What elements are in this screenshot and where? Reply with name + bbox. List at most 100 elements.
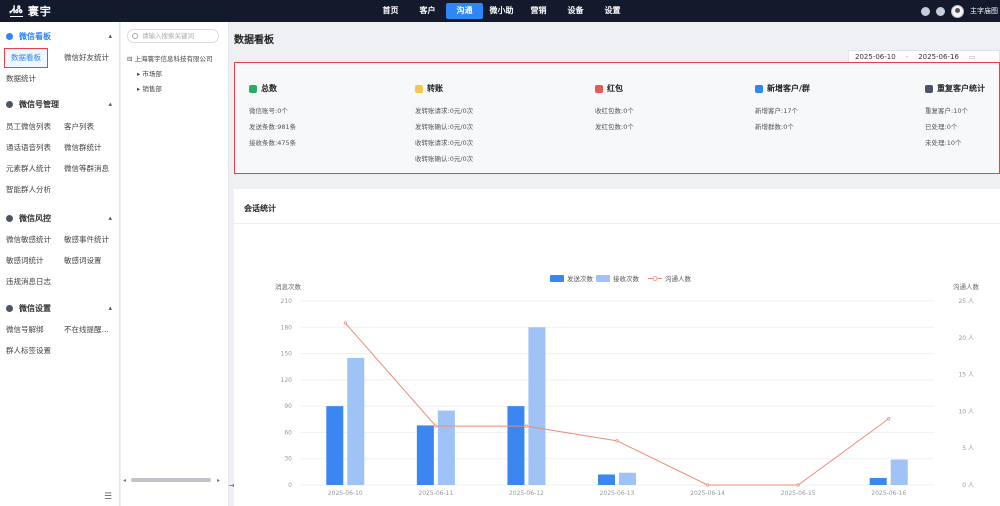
chevron-up-icon: ▴ [108,32,112,40]
stat-value: 新增群数:0个 [755,123,794,131]
y2-tick-label: 0 人 [962,482,974,489]
sidebar-item[interactable]: 客户列表 [64,121,94,133]
chevron-up-icon: ▴ [108,214,112,222]
nav-item[interactable]: 设置 [594,3,631,19]
search-icon[interactable] [921,6,930,16]
app-logo[interactable]: ᏗᏜ 寰宇 [10,4,52,18]
bar [507,406,525,485]
bar [619,472,636,485]
top-right-tools: 主字庙图 [921,3,1000,19]
stat-icon [249,84,257,93]
stat-title: 红包 [607,84,623,93]
stat-icon [755,84,763,93]
x-tick-label: 2025-06-12 [509,490,544,497]
nav-item[interactable]: 客户 [409,3,446,19]
scroll-left-icon[interactable]: ◂ [123,477,126,484]
sidebar-item[interactable]: 敏感词统计 [6,255,44,267]
group-icon [6,304,13,312]
y2-tick-label: 15 人 [958,372,974,379]
y-tick-label: 30 [284,456,292,463]
sidebar-item[interactable]: 微信敏感统计 [6,234,51,246]
sidebar-group-title[interactable]: 微信号管理 ▴ [6,98,114,110]
tree-search-input[interactable]: 请输入搜索关键词 [127,29,219,43]
sidebar-item[interactable]: 通话语音列表 [6,142,51,154]
sidebar-item[interactable]: 微信好友统计 [64,52,109,64]
stat-value: 发转账确认:0元/0次 [415,123,474,131]
sidebar-group-label: 微信风控 [19,213,51,223]
username[interactable]: 主字庙图 [970,6,998,16]
sidebar-item[interactable]: 敏感词设置 [64,255,102,267]
stat-heading: 新增客户/群 [755,83,810,94]
sidebar-group-title[interactable]: 微信设置 ▴ [6,302,114,314]
tree-search-placeholder: 请输入搜索关键词 [142,32,194,40]
tree-collapse-icon: ⊟ [127,55,135,63]
tree-node-child[interactable]: ▸ 销售部 [137,83,162,93]
sidebar-group-title[interactable]: 微信风控 ▴ [6,212,114,224]
x-tick-label: 2025-06-13 [600,490,635,497]
tree-node-child[interactable]: ▸ 市场部 [137,68,162,78]
sidebar-item[interactable]: 违规消息日志 [6,276,51,288]
sidebar-item[interactable]: 不在线提醒… [64,324,109,336]
y-tick-label: 150 [281,351,293,358]
x-tick-label: 2025-06-15 [781,490,816,497]
nav-item[interactable]: 沟通 [446,3,483,19]
sidebar-item[interactable]: 微信群统计 [64,142,102,154]
sidebar-item[interactable]: 数据看板 [4,48,48,68]
y2-tick-label: 5 人 [962,445,974,452]
y-tick-label: 120 [281,377,293,384]
sidebar-item[interactable]: 员工微信列表 [6,121,51,133]
sidebar-item[interactable]: 数据统计 [6,73,36,85]
x-tick-label: 2025-06-14 [690,490,725,497]
bar [869,477,887,485]
line-point [796,483,800,487]
avatar[interactable] [951,4,964,18]
stat-value: 未处理:10个 [925,139,962,147]
nav-item[interactable]: 微小助 [483,3,520,19]
sidebar-item[interactable]: 智能群人分析 [6,184,51,196]
date-start: 2025-06-10 [855,53,896,61]
sidebar-collapse-icon[interactable]: ☰ [104,492,112,502]
sidebar-item[interactable]: 元素群人统计 [6,163,51,175]
stat-column: 重复客户统计 重复客户:10个 已处理:0个 未处理:10个 [925,83,985,153]
stat-value: 收转账请求:0元/0次 [415,139,474,147]
main-content: 数据看板 2025-06-10 - 2025-06-16 ▭ 总数 微信账号:0个… [230,22,1000,506]
stat-icon [925,84,933,93]
tree-node-root[interactable]: ⊟ 上海寰宇信息科技有限公司 [127,53,213,63]
x-tick-label: 2025-06-11 [418,490,453,497]
sidebar-item[interactable]: 微信等群消息 [64,163,109,175]
legend-swatch [550,275,564,282]
legend-swatch [652,276,658,281]
stat-heading: 重复客户统计 [925,83,985,94]
bar [598,474,615,485]
tree-horizontal-scrollbar[interactable] [131,478,211,482]
stat-title: 重复客户统计 [937,84,985,93]
notification-icon[interactable] [936,6,945,16]
scroll-right-icon[interactable]: ▸ [217,477,220,484]
line-point [434,424,438,428]
sidebar-item[interactable]: 微信号解绑 [6,324,44,336]
nav-item[interactable]: 首页 [372,3,409,19]
logo-text: 寰宇 [27,5,52,18]
line-point [343,321,347,325]
stat-column: 总数 微信账号:0个 发送条数:981条 接收条数:475条 [249,83,296,153]
y2-tick-label: 20 人 [958,335,974,342]
stat-value: 发转账请求:0元/0次 [415,107,474,115]
bar [347,357,365,485]
chart-card: 会话统计 0 30 60 90 120 150 180 210 0 人5 人 10 人 15 人 20… [234,189,1000,506]
nav-item[interactable]: 设备 [557,3,594,19]
line-point [887,417,891,421]
sidebar-item[interactable]: 敏感事件统计 [64,234,109,246]
x-tick-label: 2025-06-10 [328,490,363,497]
y-axis-title: 消息次数 [275,282,302,291]
nav-item[interactable]: 营销 [520,3,557,19]
sidebar-group-label: 微信号管理 [19,99,59,109]
legend-label: 发送次数 [567,274,594,283]
top-bar: ᏗᏜ 寰宇 首页 客户 沟通 微小助 营销 设备 设置 主字庙图 [0,0,1000,22]
sidebar-group-title[interactable]: 微信看板 ▴ [6,30,114,42]
stat-value: 收红包数:0个 [595,107,634,115]
y-tick-label: 210 [281,298,293,305]
chevron-up-icon: ▴ [108,100,112,108]
org-tree-panel: 请输入搜索关键词 ⊟ 上海寰宇信息科技有限公司 ▸ 市场部 ▸ 销售部 ◂ ▸ … [121,22,236,506]
sidebar-item[interactable]: 群人标签设置 [6,345,51,357]
group-icon [6,214,13,222]
